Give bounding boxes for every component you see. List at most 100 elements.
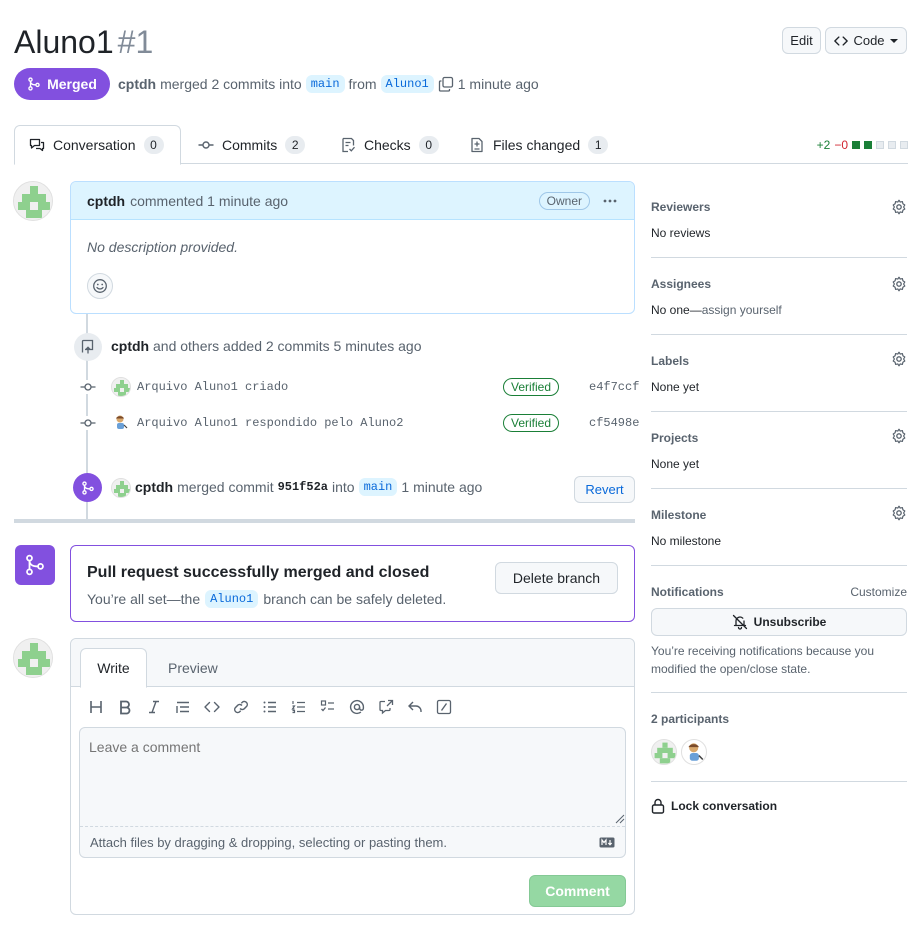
verified-badge[interactable]: Verified [503, 414, 560, 432]
delete-branch-button[interactable]: Delete branch [495, 562, 618, 594]
quote-icon[interactable] [170, 694, 196, 720]
mention-icon[interactable] [344, 694, 370, 720]
verified-badge[interactable]: Verified [503, 378, 560, 396]
ordered-list-icon[interactable] [286, 694, 312, 720]
edit-button[interactable]: Edit [782, 27, 821, 54]
merged-event-badge [73, 473, 102, 502]
smiley-icon [92, 278, 108, 294]
tab-commits-count: 2 [285, 136, 306, 154]
merge-event-description: merged commit [177, 479, 274, 495]
tab-conversation[interactable]: Conversation 0 [14, 125, 181, 165]
bold-icon[interactable] [112, 694, 138, 720]
heading-icon[interactable] [83, 694, 109, 720]
merge-status-text: branch can be safely deleted. [263, 591, 447, 607]
tab-commits[interactable]: Commits 2 [184, 125, 319, 165]
comment-textarea-wrapper: Attach files by dragging & dropping, sel… [79, 727, 626, 858]
commit-message-link[interactable]: Arquivo Aluno1 respondido pelo Aluno2 [137, 416, 403, 430]
avatar[interactable] [111, 413, 131, 433]
sidebar-milestone-heading[interactable]: Milestone [651, 508, 706, 522]
gear-icon[interactable] [891, 505, 907, 521]
git-commit-icon [80, 416, 96, 430]
reply-icon[interactable] [402, 694, 428, 720]
unsubscribe-button[interactable]: Unsubscribe [651, 608, 907, 636]
avatar[interactable] [13, 181, 53, 221]
diffstat-block [864, 141, 872, 149]
participant-avatar[interactable] [651, 739, 677, 765]
copy-icon[interactable] [438, 76, 454, 92]
kebab-horizontal-icon[interactable] [602, 193, 618, 209]
tab-checks[interactable]: Checks 0 [326, 125, 453, 165]
task-list-icon[interactable] [315, 694, 341, 720]
notifications-customize-link[interactable]: Customize [850, 585, 907, 599]
merge-event-time[interactable]: 1 minute ago [401, 479, 482, 495]
diffstat-block [888, 141, 896, 149]
lock-conversation-button[interactable]: Lock conversation [651, 798, 777, 814]
merged-status-icon [15, 545, 55, 585]
base-branch-label[interactable]: main [305, 75, 345, 93]
tab-preview-label: Preview [168, 660, 218, 676]
comment-header: cptdh commented 1 minute ago Owner [71, 182, 634, 220]
gear-icon[interactable] [891, 199, 907, 215]
pr-title-text: Aluno1 [14, 24, 114, 60]
avatar[interactable] [13, 638, 53, 678]
composer-header [71, 639, 634, 687]
merge-commit-sha[interactable]: 951f52a [278, 480, 328, 494]
merge-target-branch[interactable]: main [358, 478, 398, 496]
attach-files-text: Attach files by dragging & dropping, sel… [90, 834, 447, 850]
tab-files-changed[interactable]: Files changed 1 [455, 125, 622, 165]
comment-submit-button[interactable]: Comment [529, 875, 626, 907]
merge-status-description: You’re all set—the Aluno1 branch can be … [87, 590, 446, 608]
italic-icon[interactable] [141, 694, 167, 720]
sidebar-assignees-heading[interactable]: Assignees [651, 277, 711, 291]
sidebar-labels-heading[interactable]: Labels [651, 354, 689, 368]
attach-files-bar[interactable]: Attach files by dragging & dropping, sel… [80, 826, 625, 857]
lock-conversation-label: Lock conversation [671, 799, 778, 813]
assign-yourself-link[interactable]: assign yourself [702, 303, 782, 317]
head-branch-label[interactable]: Aluno1 [380, 75, 434, 93]
tab-files-changed-count: 1 [588, 136, 609, 154]
meta-from-text: from [348, 76, 377, 92]
merge-status-text: You’re all set—the [87, 591, 201, 607]
merge-event-text: cptdh merged commit 951f52a into main 1 … [135, 478, 482, 496]
comment-author[interactable]: cptdh [87, 193, 125, 209]
comment-textarea[interactable] [80, 728, 625, 826]
code-icon[interactable] [199, 694, 225, 720]
lock-icon [651, 798, 665, 814]
revert-button[interactable]: Revert [574, 476, 635, 503]
author-link[interactable]: cptdh [118, 74, 156, 94]
merged-state-label: Merged [47, 76, 97, 92]
comment-timestamp[interactable]: commented 1 minute ago [130, 193, 288, 209]
diffstat-block [852, 141, 860, 149]
participant-avatar[interactable] [681, 739, 707, 765]
avatar[interactable] [111, 377, 131, 397]
commit-sha-link[interactable]: e4f7ccf [589, 380, 639, 394]
commit-message-link[interactable]: Arquivo Aluno1 criado [137, 380, 288, 394]
sidebar-projects-heading[interactable]: Projects [651, 431, 698, 445]
sidebar-reviewers-heading[interactable]: Reviewers [651, 200, 710, 214]
link-icon[interactable] [228, 694, 254, 720]
unordered-list-icon[interactable] [257, 694, 283, 720]
code-button[interactable]: Code [825, 27, 907, 54]
avatar[interactable] [111, 478, 131, 498]
resize-handle-icon[interactable] [615, 814, 625, 824]
comment-submit-label: Comment [545, 883, 610, 899]
slash-command-icon[interactable] [431, 694, 457, 720]
head-branch-label[interactable]: Aluno1 [205, 590, 259, 608]
merged-state-badge: Merged [14, 68, 110, 100]
merge-event-author[interactable]: cptdh [135, 479, 173, 495]
gear-icon[interactable] [891, 276, 907, 292]
meta-time: 1 minute ago [457, 76, 539, 92]
tab-conversation-count: 0 [143, 136, 164, 154]
tab-preview[interactable]: Preview [168, 660, 218, 676]
gear-icon[interactable] [891, 351, 907, 367]
add-reaction-button[interactable] [87, 273, 113, 299]
cross-reference-icon[interactable] [373, 694, 399, 720]
commits-event-author[interactable]: cptdh [111, 338, 149, 354]
tab-write-label: Write [97, 660, 130, 676]
commit-sha-link[interactable]: cf5498e [589, 416, 639, 430]
markdown-icon[interactable] [599, 837, 615, 848]
tab-write[interactable]: Write [80, 648, 147, 688]
diffstat-block [900, 141, 908, 149]
gear-icon[interactable] [891, 428, 907, 444]
sidebar-labels-value: None yet [651, 380, 700, 394]
